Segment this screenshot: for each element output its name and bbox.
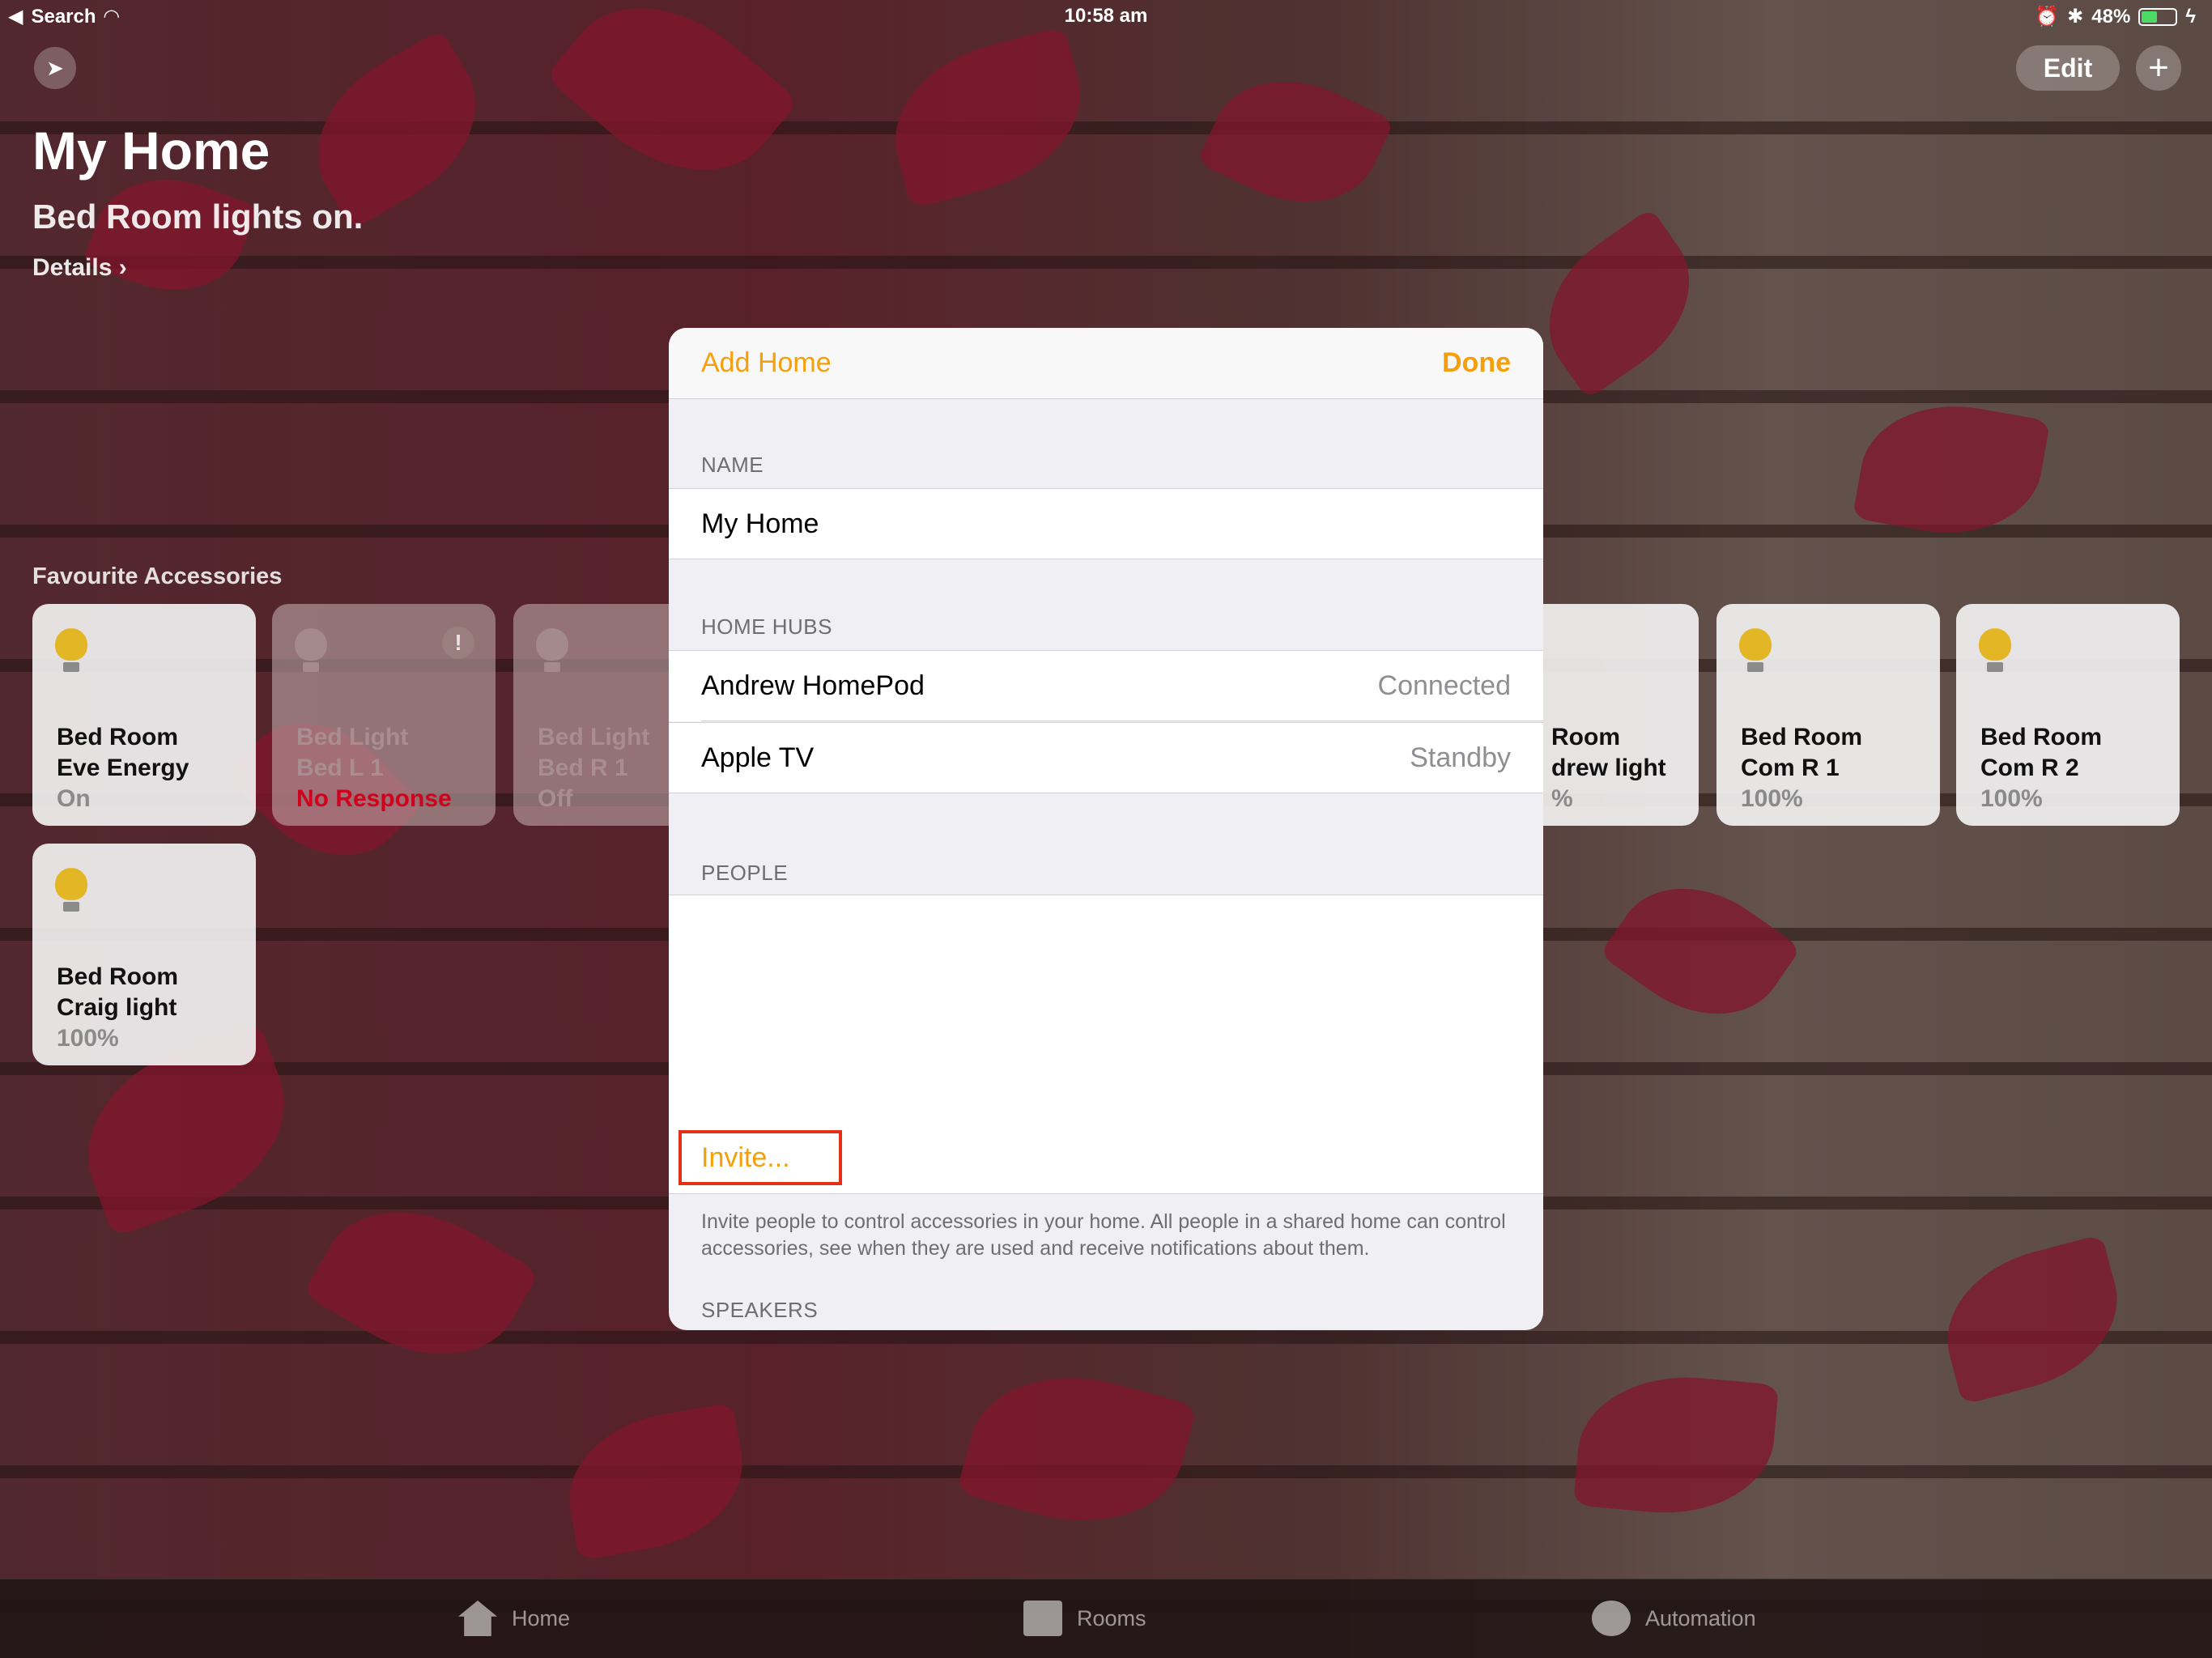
add-button[interactable]: +	[2136, 45, 2181, 91]
hub-name: Andrew HomePod	[701, 670, 925, 701]
tile-name: Eve Energy	[57, 755, 189, 781]
name-section-title: NAME	[701, 453, 764, 477]
tile-name: Bed R 1	[538, 755, 628, 781]
hubs-section-title: HOME HUBS	[701, 614, 832, 639]
tile-state: No Response	[296, 785, 452, 812]
tile-room: Bed Room	[57, 724, 178, 750]
people-section-title: PEOPLE	[701, 861, 789, 885]
tile-room: Room	[1551, 724, 1620, 750]
accessory-tile[interactable]: Bed Room Eve Energy On	[32, 604, 256, 826]
hub-name: Apple TV	[701, 742, 815, 773]
hub-status: Standby	[1410, 742, 1511, 773]
favourites-heading: Favourite Accessories	[32, 563, 283, 589]
location-arrow-icon[interactable]: ➤	[34, 47, 76, 89]
tile-state: Off	[538, 785, 573, 812]
tab-home-label: Home	[512, 1605, 571, 1630]
speakers-section-title: SPEAKERS	[701, 1298, 819, 1322]
house-icon	[458, 1601, 497, 1636]
home-title: My Home	[32, 121, 270, 181]
accessory-tile[interactable]: Bed Room Com R 2 100%	[1956, 604, 2180, 826]
automation-check-icon	[1592, 1601, 1631, 1636]
tile-state: On	[57, 785, 91, 812]
bluetooth-icon: ✱	[2067, 6, 2084, 28]
tile-state: 100%	[1741, 785, 1803, 812]
tile-state: 100%	[1980, 785, 2043, 812]
tab-automation-label: Automation	[1645, 1605, 1756, 1630]
home-name-field[interactable]: My Home	[669, 488, 1543, 559]
lightbulb-icon	[55, 628, 87, 674]
hub-status: Connected	[1377, 670, 1511, 701]
tab-home[interactable]: Home	[458, 1601, 570, 1636]
lightbulb-icon	[536, 628, 568, 674]
edit-button[interactable]: Edit	[2016, 45, 2120, 91]
hub-row[interactable]: Apple TV Standby	[669, 722, 1543, 793]
battery-percent: 48%	[2091, 5, 2131, 28]
accessory-tile[interactable]: Bed Room Com R 1 100%	[1716, 604, 1940, 826]
invite-description: Invite people to control accessories in …	[701, 1210, 1506, 1260]
battery-icon	[2138, 7, 2178, 26]
accessory-tile[interactable]: ! Bed Light Bed L 1 No Response	[272, 604, 496, 826]
tile-room: Bed Light	[296, 724, 409, 750]
people-list: Invite...	[669, 895, 1543, 1194]
charging-icon: ϟ	[2185, 5, 2196, 28]
tab-automation[interactable]: Automation	[1592, 1601, 1756, 1636]
invite-button[interactable]: Invite...	[678, 1130, 842, 1185]
tile-room: Bed Room	[57, 963, 178, 990]
status-bar: ◀ Search ◠ 10:58 am ⏰ ✱ 48% ϟ	[0, 0, 2212, 32]
tile-room: Bed Light	[538, 724, 650, 750]
tab-bar: Home Rooms Automation	[0, 1579, 2212, 1658]
sheet-title: Add Home	[701, 347, 832, 378]
add-home-sheet: Add Home Done NAME My Home HOME HUBS And…	[669, 328, 1543, 1330]
tile-name: Com R 2	[1980, 755, 2079, 781]
status-time: 10:58 am	[1064, 5, 1148, 27]
sheet-header: Add Home Done	[669, 328, 1543, 399]
tab-rooms[interactable]: Rooms	[1023, 1601, 1146, 1636]
tile-name: Com R 1	[1741, 755, 1840, 781]
exclamation-icon: !	[442, 627, 474, 659]
lightbulb-icon	[1739, 628, 1772, 674]
tile-room: Bed Room	[1980, 724, 2102, 750]
tab-rooms-label: Rooms	[1077, 1605, 1146, 1630]
lightbulb-icon	[55, 868, 87, 913]
tile-state: 100%	[57, 1025, 119, 1052]
tile-name: drew light	[1551, 755, 1666, 781]
lightbulb-icon	[295, 628, 327, 674]
accessory-tile[interactable]: Bed Room Craig light 100%	[32, 844, 256, 1065]
home-name-value[interactable]: My Home	[701, 508, 819, 540]
lightbulb-icon	[1979, 628, 2011, 674]
tile-name: Bed L 1	[296, 755, 384, 781]
tile-room: Bed Room	[1741, 724, 1862, 750]
done-button[interactable]: Done	[1442, 347, 1511, 379]
hub-row[interactable]: Andrew HomePod Connected	[669, 650, 1543, 721]
tile-state: %	[1551, 785, 1573, 812]
alarm-icon: ⏰	[2035, 6, 2060, 28]
home-status: Bed Room lights on.	[32, 198, 364, 236]
details-link[interactable]: Details ›	[32, 254, 127, 282]
tile-name: Craig light	[57, 994, 177, 1021]
rooms-icon	[1023, 1601, 1062, 1636]
